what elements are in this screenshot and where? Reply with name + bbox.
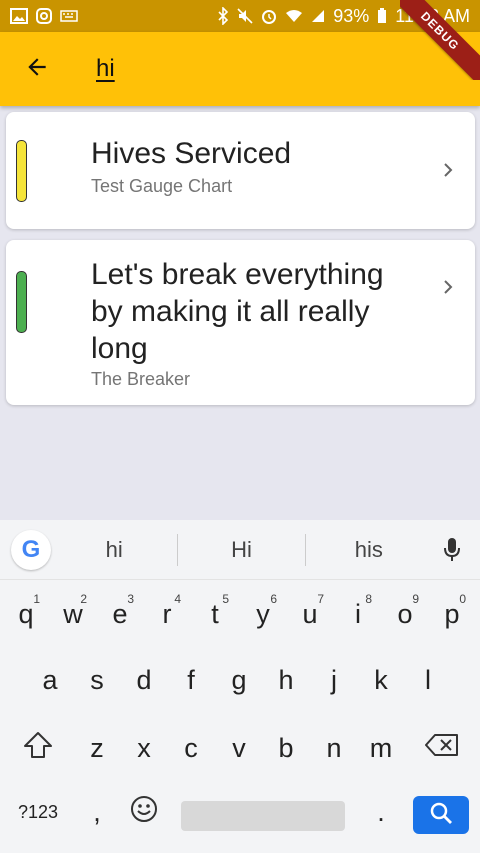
key-n[interactable]: n — [314, 718, 354, 778]
key-label: q — [18, 598, 34, 629]
instagram-icon — [36, 8, 52, 24]
key-f[interactable]: f — [171, 650, 211, 710]
search-input[interactable]: hi — [96, 55, 115, 83]
key-u[interactable]: u7 — [290, 584, 330, 644]
result-card[interactable]: Hives Serviced Test Gauge Chart — [6, 112, 475, 229]
key-c[interactable]: c — [171, 718, 211, 778]
chevron-right-icon — [439, 278, 457, 296]
status-indicator — [16, 271, 27, 333]
debug-banner-container: DEBUG — [400, 0, 480, 80]
card-subtitle: The Breaker — [91, 369, 191, 389]
battery-percent: 93% — [333, 5, 370, 26]
key-hint: 7 — [317, 592, 324, 606]
search-icon — [429, 801, 453, 830]
emoji-icon — [130, 795, 158, 830]
key-hint: 9 — [412, 592, 419, 606]
key-label: y — [256, 598, 270, 629]
key-label: p — [444, 598, 460, 629]
bluetooth-icon — [217, 7, 229, 25]
card-title: Hives Serviced — [91, 137, 292, 170]
key-hint: 6 — [270, 592, 277, 606]
key-row-3: z x c v b n m — [0, 718, 480, 778]
emoji-key[interactable] — [124, 782, 164, 842]
key-a[interactable]: a — [30, 650, 70, 710]
key-hint: 0 — [459, 592, 466, 606]
key-d[interactable]: d — [124, 650, 164, 710]
key-b[interactable]: b — [266, 718, 306, 778]
status-indicator — [16, 140, 27, 202]
key-o[interactable]: o9 — [385, 584, 425, 644]
backspace-key[interactable] — [420, 718, 464, 778]
comma-key[interactable]: , — [77, 782, 117, 842]
backspace-icon — [425, 733, 459, 764]
shift-icon — [23, 731, 53, 766]
space-key[interactable] — [181, 801, 345, 831]
alarm-icon — [261, 8, 277, 24]
result-card[interactable]: Let's break everything by making it all … — [6, 240, 475, 405]
key-label: e — [112, 598, 128, 629]
key-row-1: q1 w2 e3 r4 t5 y6 u7 i8 o9 p0 — [0, 584, 480, 644]
key-p[interactable]: p0 — [432, 584, 472, 644]
key-m[interactable]: m — [361, 718, 401, 778]
key-y[interactable]: y6 — [243, 584, 283, 644]
debug-banner: DEBUG — [400, 0, 480, 80]
signal-icon — [311, 9, 325, 23]
key-r[interactable]: r4 — [147, 584, 187, 644]
suggestion[interactable]: hi — [51, 537, 177, 563]
symbols-key[interactable]: ?123 — [8, 782, 68, 842]
key-e[interactable]: e3 — [100, 584, 140, 644]
arrow-back-icon — [24, 54, 50, 85]
suggestion[interactable]: his — [306, 537, 432, 563]
gallery-icon — [10, 8, 28, 24]
key-l[interactable]: l — [408, 650, 448, 710]
key-row-4: ?123 , . — [0, 782, 480, 842]
key-j[interactable]: j — [314, 650, 354, 710]
chevron-right-icon — [439, 161, 457, 179]
key-label: r — [162, 598, 172, 629]
key-x[interactable]: x — [124, 718, 164, 778]
mic-icon[interactable] — [432, 537, 472, 563]
back-button[interactable] — [0, 32, 74, 106]
key-i[interactable]: i8 — [338, 584, 378, 644]
mute-icon — [237, 8, 253, 24]
card-subtitle: Test Gauge Chart — [91, 176, 233, 196]
wifi-icon — [285, 9, 303, 23]
shift-key[interactable] — [18, 718, 58, 778]
key-hint: 3 — [127, 592, 134, 606]
battery-icon — [377, 8, 387, 24]
key-w[interactable]: w2 — [53, 584, 93, 644]
suggestion-bar: G hi Hi his — [0, 520, 480, 580]
key-v[interactable]: v — [219, 718, 259, 778]
key-t[interactable]: t5 — [195, 584, 235, 644]
suggestion[interactable]: Hi — [178, 537, 304, 563]
soft-keyboard: G hi Hi his q1 w2 e3 r4 t5 y6 u7 i8 o9 p… — [0, 520, 480, 853]
card-title: Let's break everything by making it all … — [91, 258, 384, 365]
key-g[interactable]: g — [219, 650, 259, 710]
key-row-2: a s d f g h j k l — [0, 650, 480, 710]
search-key[interactable] — [413, 796, 469, 834]
key-label: u — [302, 598, 318, 629]
keyboard-icon — [60, 10, 78, 22]
key-hint: 4 — [174, 592, 181, 606]
key-z[interactable]: z — [77, 718, 117, 778]
key-h[interactable]: h — [266, 650, 306, 710]
key-hint: 8 — [365, 592, 372, 606]
google-icon[interactable]: G — [11, 529, 51, 570]
key-hint: 1 — [33, 592, 40, 606]
key-label: o — [397, 598, 413, 629]
key-hint: 5 — [222, 592, 229, 606]
key-label: i — [355, 598, 361, 629]
period-key[interactable]: . — [361, 782, 401, 842]
key-s[interactable]: s — [77, 650, 117, 710]
key-hint: 2 — [80, 592, 87, 606]
key-k[interactable]: k — [361, 650, 401, 710]
key-label: t — [211, 598, 219, 629]
key-q[interactable]: q1 — [6, 584, 46, 644]
